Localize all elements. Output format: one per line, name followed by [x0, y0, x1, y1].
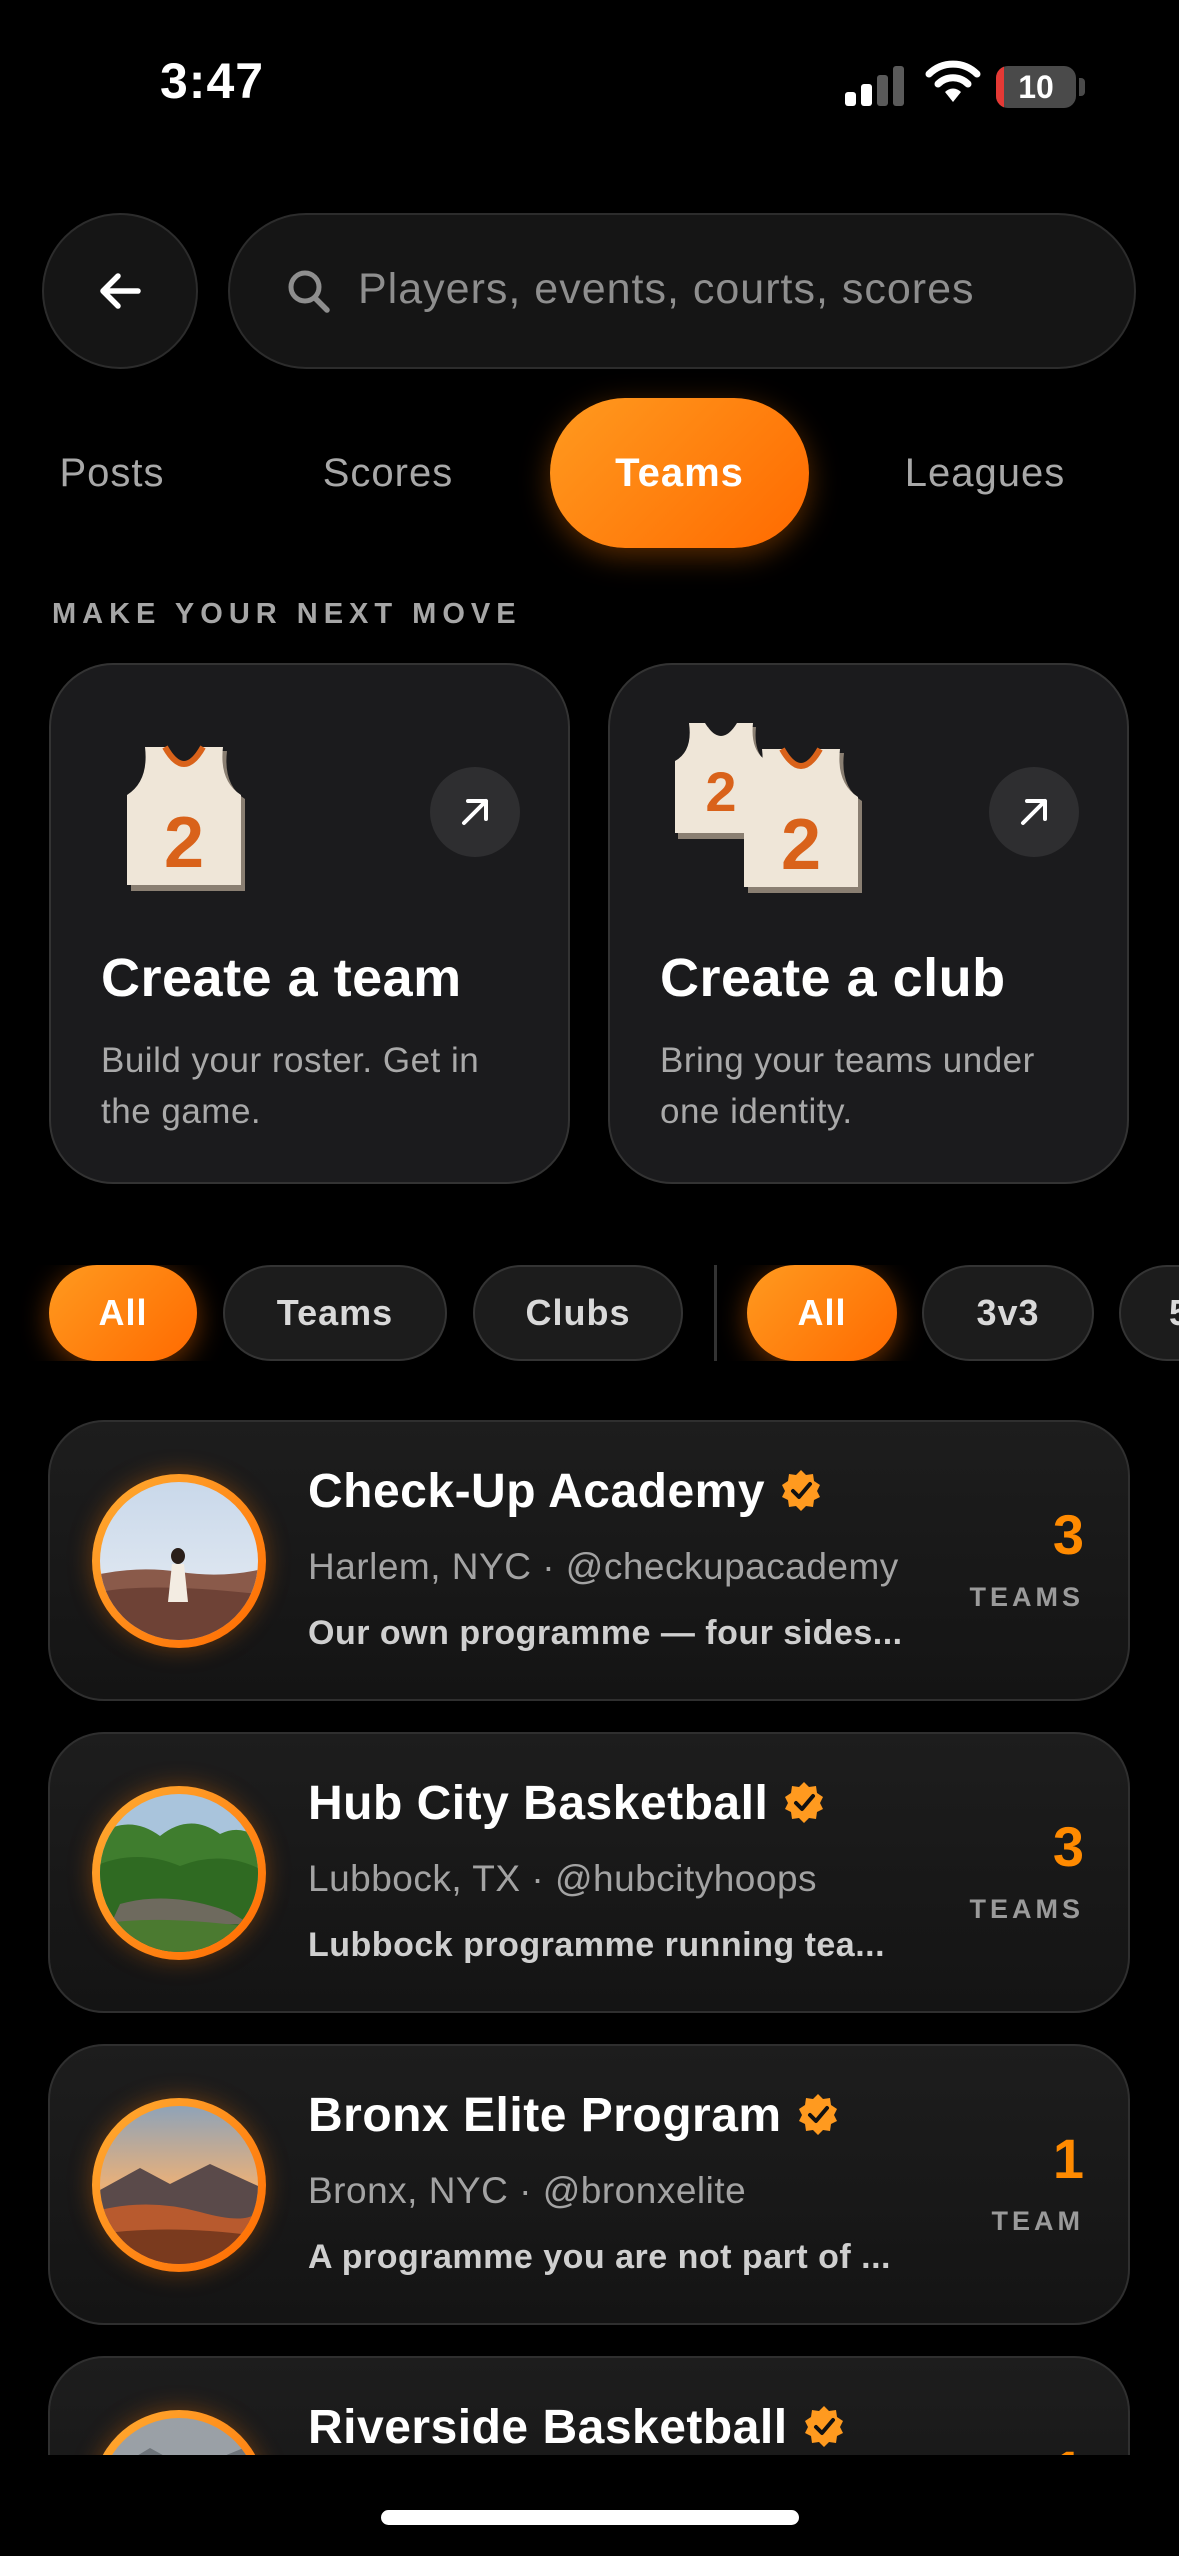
filter-type-all[interactable]: All	[49, 1265, 197, 1361]
desert-photo	[100, 1482, 258, 1640]
arrow-up-right-icon	[462, 799, 488, 825]
team-description: Our own programme — four sides...	[308, 1614, 903, 1652]
jersey-icon: 2	[127, 745, 245, 891]
team-location-handle: Harlem, NYC · @checkupacademy	[308, 1546, 899, 1587]
verified-badge-icon	[782, 1470, 821, 1512]
team-count: 1	[1053, 2438, 1084, 2455]
tab-leagues[interactable]: Leagues	[880, 398, 1090, 548]
team-description: Lubbock programme running tea...	[308, 1926, 886, 1964]
search-placeholder: Players, events, courts, scores	[358, 265, 975, 313]
team-location-handle: Lubbock, TX · @hubcityhoops	[308, 1858, 818, 1899]
forest-photo	[100, 1794, 258, 1952]
jerseys-icon: 2 2	[675, 723, 862, 893]
search-icon	[288, 270, 330, 313]
create-team-card[interactable]: 2 Create a team Build your roster. Get i…	[49, 663, 570, 1184]
back-button[interactable]	[42, 213, 198, 369]
create-club-card[interactable]: 2 2 Create a club Bring your teams under…	[608, 663, 1129, 1184]
create-team-title: Create a team	[101, 948, 462, 1008]
jersey-number: 2	[781, 805, 821, 885]
battery-cap	[1079, 78, 1085, 96]
team-name: Riverside Basketball	[308, 2400, 846, 2455]
avatar	[92, 1474, 266, 1648]
open-arrow-button[interactable]	[989, 767, 1079, 857]
tab-scores[interactable]: Scores	[295, 398, 481, 548]
battery-icon: 10	[996, 66, 1076, 108]
team-name: Check-Up Academy	[308, 1464, 823, 1519]
team-count-label: TEAMS	[969, 1894, 1084, 1924]
list-item[interactable]: Riverside Basketball 1	[48, 2356, 1130, 2455]
team-location-handle: Bronx, NYC · @bronxelite	[308, 2170, 747, 2211]
filter-divider	[714, 1265, 717, 1361]
section-label: MAKE YOUR NEXT MOVE	[52, 598, 522, 630]
tab-bar: Posts Scores Teams Leagues	[0, 398, 1179, 548]
arrow-left-icon	[100, 273, 141, 309]
jersey-number: 2	[164, 803, 204, 883]
cellular-signal-icon	[845, 60, 907, 106]
tab-posts[interactable]: Posts	[20, 398, 204, 548]
team-count-label: TEAM	[991, 2206, 1084, 2236]
wifi-icon	[925, 60, 981, 102]
team-name: Hub City Basketball	[308, 1776, 826, 1831]
filter-type-teams[interactable]: Teams	[223, 1265, 447, 1361]
arrow-up-right-icon	[1021, 799, 1047, 825]
team-count-label: TEAMS	[969, 1582, 1084, 1612]
team-count: 3	[1052, 1503, 1084, 1566]
avatar	[92, 2410, 266, 2455]
create-club-title: Create a club	[660, 948, 1006, 1008]
avatar	[92, 2098, 266, 2272]
list-item[interactable]: Check-Up Academy Harlem, NYC · @checkupa…	[48, 1420, 1130, 1701]
filter-format-all[interactable]: All	[747, 1265, 897, 1361]
verified-badge-icon	[804, 2406, 843, 2448]
battery-text: 10	[1018, 69, 1054, 105]
sunset-mountains-photo	[100, 2106, 258, 2264]
list-item[interactable]: Bronx Elite Program Bronx, NYC · @bronxe…	[48, 2044, 1130, 2325]
avatar	[92, 1786, 266, 1960]
list-item[interactable]: Hub City Basketball Lubbock, TX · @hubci…	[48, 1732, 1130, 2013]
team-description: A programme you are not part of ...	[308, 2238, 891, 2276]
status-bar: 3:47 10	[0, 0, 1179, 170]
filter-format-3v3[interactable]: 3v3	[922, 1265, 1094, 1361]
home-indicator[interactable]	[381, 2510, 799, 2525]
team-list: Check-Up Academy Harlem, NYC · @checkupa…	[0, 1420, 1179, 2455]
team-count: 3	[1052, 1815, 1084, 1878]
grey-landscape-photo	[100, 2418, 258, 2455]
tab-teams[interactable]: Teams	[550, 398, 809, 548]
verified-badge-icon	[785, 1782, 824, 1824]
filter-type-clubs[interactable]: Clubs	[473, 1265, 683, 1361]
create-club-description: Bring your teams under one identity.	[660, 1041, 1035, 1131]
search-input[interactable]: Players, events, courts, scores	[228, 213, 1136, 369]
create-team-description: Build your roster. Get in the game.	[101, 1041, 480, 1131]
team-name: Bronx Elite Program	[308, 2088, 840, 2143]
filter-chips: All Teams Clubs All 3v3 5	[0, 1265, 1179, 1361]
open-arrow-button[interactable]	[430, 767, 520, 857]
status-time: 3:47	[160, 53, 265, 109]
team-count: 1	[1052, 2127, 1084, 2190]
filter-format-5v5[interactable]: 5	[1119, 1265, 1179, 1361]
verified-badge-icon	[798, 2094, 837, 2136]
jersey-number: 2	[705, 760, 736, 823]
